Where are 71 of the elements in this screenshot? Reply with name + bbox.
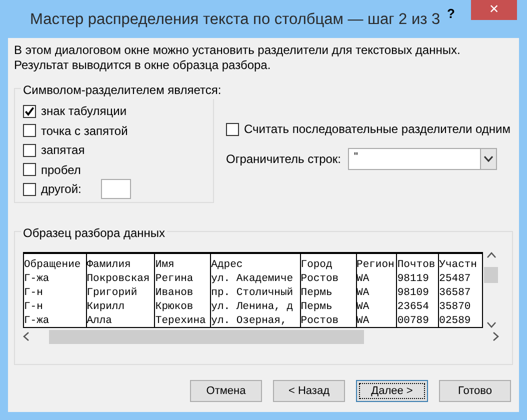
close-button[interactable]: × (471, 0, 517, 20)
checkbox[interactable] (23, 163, 36, 176)
dialog-button[interactable]: Отмена (190, 380, 262, 402)
scroll-thumb[interactable] (484, 267, 498, 283)
help-button[interactable]: ? (447, 4, 455, 24)
table-cell-text: Адрес (211, 258, 244, 272)
table-cell-text: Алла (86, 314, 113, 327)
table-cell-text: Григорий (86, 286, 138, 300)
checkbox-label[interactable]: запятая (41, 141, 85, 159)
table-cell-text: 25487 (439, 272, 472, 286)
caret-icon (484, 156, 493, 162)
other-delimiter-field[interactable] (101, 179, 132, 199)
table-cell-text: 02589 (439, 314, 472, 327)
table-cell-text: ул. Ленина, д (211, 300, 294, 314)
checkbox-label[interactable]: точка с запятой (41, 122, 128, 140)
table-cell-text: Регина (155, 272, 194, 286)
horizontal-scrollbar[interactable] (23, 328, 499, 345)
table-cell-text: Город (300, 258, 334, 272)
table-cell-text: 98109 (397, 286, 430, 300)
table-cell-text: Покровская (86, 272, 151, 286)
dialog-button[interactable]: Далее > (356, 380, 428, 402)
checkbox[interactable] (23, 182, 36, 196)
table-cell-text: Ростов (300, 272, 340, 286)
checkbox[interactable] (226, 122, 239, 136)
table-cell-text: WA (356, 286, 370, 300)
checkbox[interactable] (23, 124, 36, 137)
intro-text: В этом диалоговом окне можно установить разделители для текстовых данных. Результат выводится в окне образца разбора. (14, 43, 462, 73)
checkbox-label[interactable]: пробел (41, 160, 81, 178)
table-cell-text: WA (356, 272, 370, 286)
scroll-thumb[interactable] (48, 330, 364, 344)
table-cell-text: Г-н (24, 300, 44, 314)
checkbox-label[interactable]: Считать последовательные разделители одним (244, 120, 511, 138)
table-cell-text: 23654 (397, 300, 430, 314)
checkbox[interactable] (23, 144, 36, 156)
table-cell-text: Обращение (24, 258, 82, 272)
scroll-up-icon[interactable] (486, 252, 496, 258)
table-cell-text: 98119 (397, 272, 430, 286)
table-cell-text: Имя (155, 258, 176, 272)
table-cell-text: Крюков (155, 300, 194, 314)
table-cell-text: ул. Академиче (211, 272, 294, 286)
table-cell-text: Фамилия (86, 258, 132, 272)
table-cell-text: Кирилл (86, 300, 126, 314)
table-cell-text: Пермь (300, 286, 334, 300)
table-cell-text: Терехина (155, 314, 207, 327)
table-cell-text: Ростов (300, 314, 340, 327)
table-cell-text: Пермь (300, 300, 334, 314)
table-cell-text: Г-н (24, 286, 44, 300)
table-cell-text: ул. Озерная, (211, 314, 288, 327)
checkbox[interactable] (23, 104, 36, 118)
table-cell-text: Иванов (155, 286, 194, 300)
table-cell-text: WA (356, 300, 370, 314)
table-cell-text: Регион (356, 258, 396, 272)
scroll-left-icon[interactable] (23, 332, 29, 341)
qualifier-label: Ограничитель строк: (226, 151, 342, 168)
qualifier-dropdown[interactable]: " (348, 148, 497, 170)
dialog-button[interactable]: Готово (439, 380, 511, 402)
scroll-right-icon[interactable] (493, 332, 499, 341)
checkbox-label[interactable]: знак табуляции (41, 102, 127, 120)
table-cell-text: пр. Столичный (211, 286, 294, 300)
checkbox-label[interactable]: другой: (41, 180, 82, 198)
scroll-down-icon[interactable] (486, 322, 496, 328)
table-cell-text: Почтов (397, 258, 436, 272)
table-cell-text: Участн (439, 258, 478, 272)
table-cell-text: WA (356, 314, 370, 327)
table-cell-text: 35870 (439, 300, 472, 314)
table-cell-text: Г-жа (24, 314, 50, 327)
dialog-button[interactable]: < Назад (273, 380, 345, 402)
window-title: Мастер распределения текста по столбцам — шаг 2 из 3 (30, 10, 440, 30)
table-cell-text: Г-жа (24, 272, 50, 286)
table-cell-text: 36587 (439, 286, 472, 300)
table-cell-text: 00789 (397, 314, 430, 327)
